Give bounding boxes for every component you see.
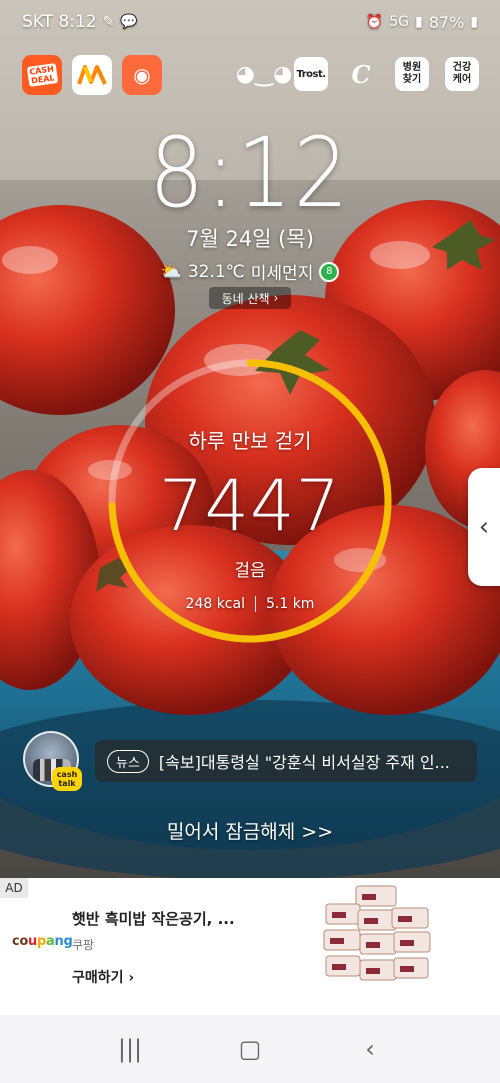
recents-button[interactable]: ||| (100, 1035, 160, 1063)
paw-app-shortcut[interactable]: ◉ (122, 55, 162, 95)
lock-clock: 8:12 (149, 117, 351, 229)
status-bar: SKT 8:12 ✎ 💬 ⏰ 5G ▮ 87% ▮ (0, 0, 500, 44)
cash-deal-shortcut[interactable]: CASH DEAL (22, 55, 62, 95)
shortcut-row: CASH DEAL ◉ ◕‿◕ Trost. C 병원 찾기 건강 케어 (0, 55, 500, 95)
battery-percent: 87% (428, 12, 465, 32)
cash-deal-logo: CASH DEAL (26, 63, 58, 87)
kcal-value: 248 kcal (185, 596, 245, 612)
network-type-icon: 5G (389, 14, 409, 30)
back-button[interactable]: ‹ (340, 1035, 400, 1063)
ad-banner[interactable]: AD coupang 햇반 흑미밥 작은공기, ... 쿠팡 구매하기 › (0, 878, 500, 1015)
weather-row[interactable]: ⛅ 32.1℃ 미세먼지 8 (0, 259, 500, 284)
battery-icon: ▮ (470, 14, 478, 30)
chat-bubble-icon: 💬 (120, 14, 138, 30)
ad-label: AD (0, 878, 28, 898)
distance-value: 5.1 km (265, 596, 315, 612)
trost-label: Trost. (296, 68, 326, 80)
partly-cloudy-icon: ⛅ (160, 261, 182, 282)
step-unit: 걸음 (234, 561, 266, 581)
c-app-shortcut-icon[interactable]: C (344, 57, 378, 91)
news-tag: 뉴스 (107, 749, 149, 773)
buy-button[interactable]: 구매하기 › (72, 967, 134, 987)
m-logo-icon (77, 65, 107, 85)
step-goal-title: 하루 만보 걷기 (188, 429, 312, 453)
step-stats: 248 kcal 5.1 km (0, 596, 500, 612)
carrier-time: SKT 8:12 (22, 12, 97, 32)
hospital-finder-label: 병원 찾기 (402, 62, 422, 85)
home-button[interactable]: ▢ (220, 1035, 280, 1063)
signal-pen-icon: ✎ (102, 14, 115, 30)
navigation-bar: ||| ▢ ‹ (0, 1015, 500, 1083)
side-panel-handle[interactable]: ‹ (468, 468, 500, 586)
stats-divider (254, 596, 256, 612)
lock-date: 7월 24일 (목) (186, 227, 314, 251)
signal-strength-icon: ▮ (415, 14, 423, 30)
news-ticker[interactable]: 뉴스 [속보]대통령실 "강훈식 비서실장 주재 인... (95, 740, 477, 782)
alarm-icon: ⏰ (365, 14, 384, 30)
dust-level-badge: 8 (319, 261, 340, 282)
neighborhood-walk-button[interactable]: 동네 산책 › (209, 287, 291, 309)
ad-seller: 쿠팡 (72, 938, 95, 952)
m-app-shortcut[interactable] (72, 55, 112, 95)
news-headline: [속보]대통령실 "강훈식 비서실장 주재 인... (158, 753, 450, 772)
temperature: 32.1℃ (187, 261, 245, 282)
hospital-finder-shortcut[interactable]: 병원 찾기 (395, 57, 429, 91)
health-care-label: 건강 케어 (452, 62, 472, 85)
step-count: 7447 (158, 465, 342, 547)
cashtalk-badge: cash talk (52, 767, 82, 791)
walk-chip-label: 동네 산책 (221, 291, 270, 306)
ad-title[interactable]: 햇반 흑미밥 작은공기, ... (72, 908, 235, 929)
product-image (323, 885, 431, 981)
coupang-logo: coupang (12, 934, 73, 949)
health-care-shortcut[interactable]: 건강 케어 (445, 57, 479, 91)
trost-shortcut[interactable]: Trost. (294, 57, 328, 91)
dust-label: 미세먼지 (250, 264, 314, 284)
chevron-left-icon: ‹ (478, 512, 490, 542)
chevron-right-icon: › (273, 291, 279, 305)
paw-logo-icon: ◉ (133, 63, 151, 87)
swipe-unlock-hint[interactable]: 밀어서 잠금해제 >> (0, 817, 500, 844)
cat-face-shortcut-icon[interactable]: ◕‿◕ (236, 57, 293, 91)
